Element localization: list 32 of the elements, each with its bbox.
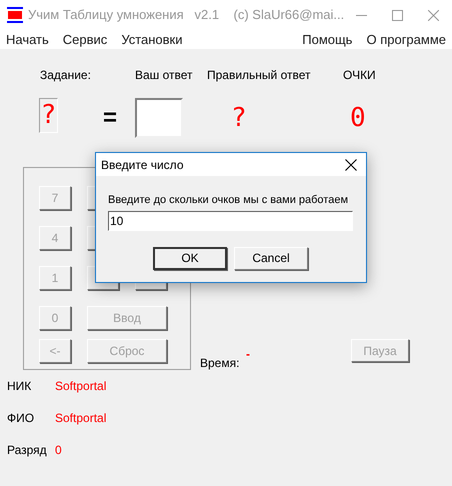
menu-item[interactable]: Сервис <box>62 30 108 50</box>
number-field[interactable]: 10 <box>108 210 353 230</box>
column-label: Задание: <box>40 67 91 84</box>
maximize-icon[interactable] <box>392 10 403 20</box>
window-title: Учим Таблицу умножения v2.1 (c) SlaUr66@mai... <box>28 6 344 24</box>
correct-answer: ? <box>231 102 247 135</box>
info-label: ФИО <box>7 410 34 427</box>
column-label: Ваш ответ <box>135 67 193 84</box>
info-value: 0 <box>55 442 62 459</box>
answer-field[interactable] <box>135 98 183 138</box>
menu-item[interactable]: О программе <box>366 30 446 50</box>
time-label: Время: <box>200 355 240 372</box>
column-label: ОЧКИ <box>343 67 376 84</box>
info-label: НИК <box>7 378 32 395</box>
close-icon[interactable] <box>345 158 357 170</box>
minimize-icon[interactable] <box>356 14 368 16</box>
dialog-button[interactable]: OK <box>153 246 227 270</box>
info-label: Разряд <box>7 442 47 459</box>
time-value: - <box>246 346 250 363</box>
dialog-title: Введите число <box>101 156 184 174</box>
menu-item[interactable]: Помощь <box>302 30 352 50</box>
info-value: Softportal <box>55 410 106 427</box>
info-value: Softportal <box>55 378 106 395</box>
app-logo-icon <box>7 7 23 23</box>
menu-item[interactable]: Установки <box>121 30 183 50</box>
menu-item[interactable]: Начать <box>6 30 49 50</box>
dialog-prompt: Введите до скольки очков мы с вами работаем <box>108 193 350 208</box>
equals-sign: = <box>103 103 118 133</box>
task-display: ? <box>39 98 58 133</box>
score-value: 0 <box>350 102 366 135</box>
dialog-button[interactable]: Cancel <box>234 246 308 270</box>
column-label: Правильный ответ <box>207 67 311 84</box>
